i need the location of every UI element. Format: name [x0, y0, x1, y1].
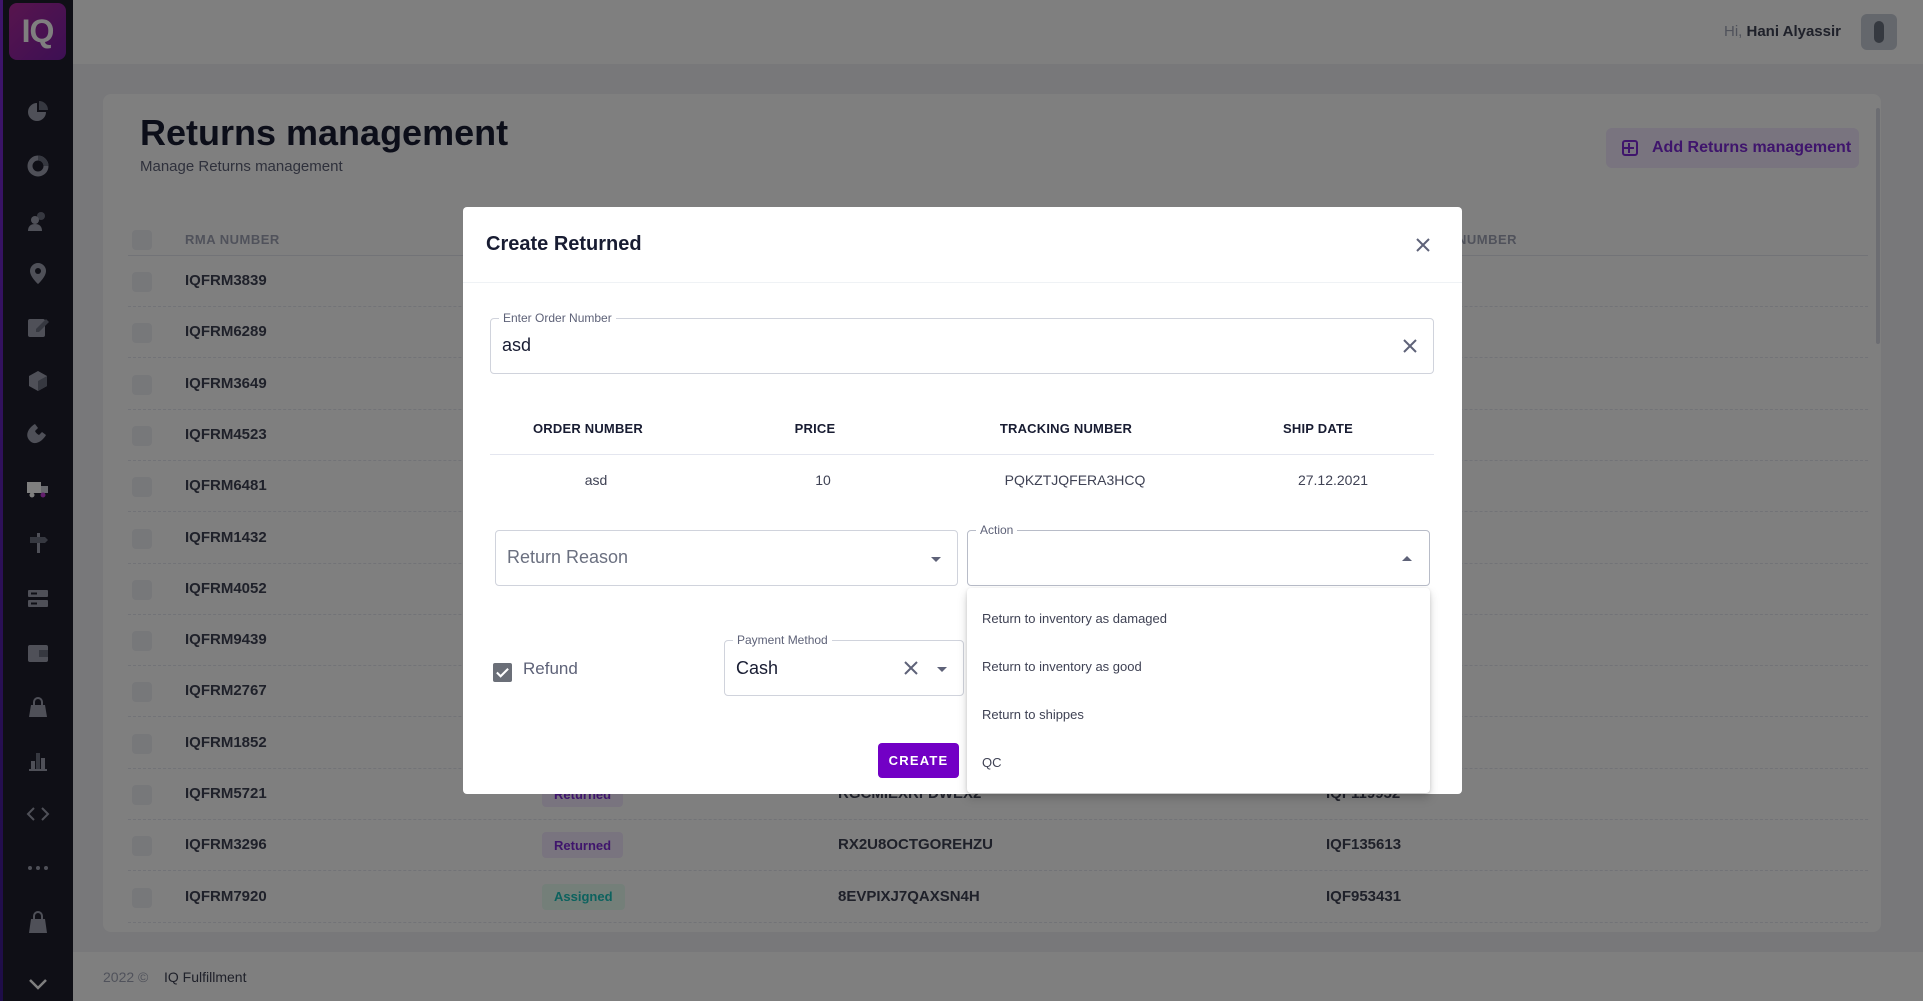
payment-method-select[interactable]: Payment Method Cash: [724, 633, 964, 696]
create-returned-modal: Create Returned Enter Order Number asd O…: [463, 207, 1462, 794]
cell-order-number: asd: [584, 472, 608, 488]
col-header-tracking: TRACKING NUMBER: [999, 421, 1133, 436]
cell-ship-date: 27.12.2021: [1297, 472, 1369, 488]
action-option[interactable]: Return to inventory as good: [982, 659, 1142, 674]
col-header-price: PRICE: [794, 421, 836, 436]
action-option[interactable]: QC: [982, 755, 1002, 770]
col-header-order-number: ORDER NUMBER: [532, 421, 644, 436]
clear-icon[interactable]: [903, 660, 919, 676]
order-number-label: Enter Order Number: [499, 311, 616, 325]
refund-label: Refund: [523, 659, 578, 678]
caret-up-icon: [1402, 556, 1412, 561]
refund-checkbox[interactable]: [493, 663, 512, 682]
col-header-ship-date: SHIP DATE: [1283, 421, 1353, 436]
cell-price: 10: [815, 472, 831, 488]
action-option[interactable]: Return to inventory as damaged: [982, 611, 1167, 626]
action-option[interactable]: Return to shippes: [982, 707, 1084, 722]
action-dropdown-menu: Return to inventory as damaged Return to…: [967, 588, 1430, 793]
payment-method-label: Payment Method: [733, 633, 832, 647]
action-label: Action: [976, 523, 1018, 537]
payment-method-value: Cash: [736, 658, 779, 678]
action-select[interactable]: Action: [967, 523, 1430, 586]
modal-header: Create Returned: [463, 207, 1462, 283]
order-number-field[interactable]: Enter Order Number asd: [490, 311, 1434, 374]
modal-title: Create Returned: [486, 233, 642, 255]
create-button[interactable]: CREATE: [878, 743, 959, 778]
caret-down-icon: [937, 667, 947, 672]
close-icon[interactable]: [1413, 235, 1433, 255]
cell-tracking: PQKZTJQFERA3HCQ: [1004, 472, 1146, 488]
order-table-divider: [490, 454, 1434, 455]
return-reason-select[interactable]: Return Reason: [495, 530, 958, 586]
clear-icon[interactable]: [1401, 337, 1419, 355]
return-reason-placeholder: Return Reason: [507, 547, 629, 567]
order-number-value[interactable]: asd: [502, 335, 531, 356]
caret-down-icon: [931, 557, 941, 562]
